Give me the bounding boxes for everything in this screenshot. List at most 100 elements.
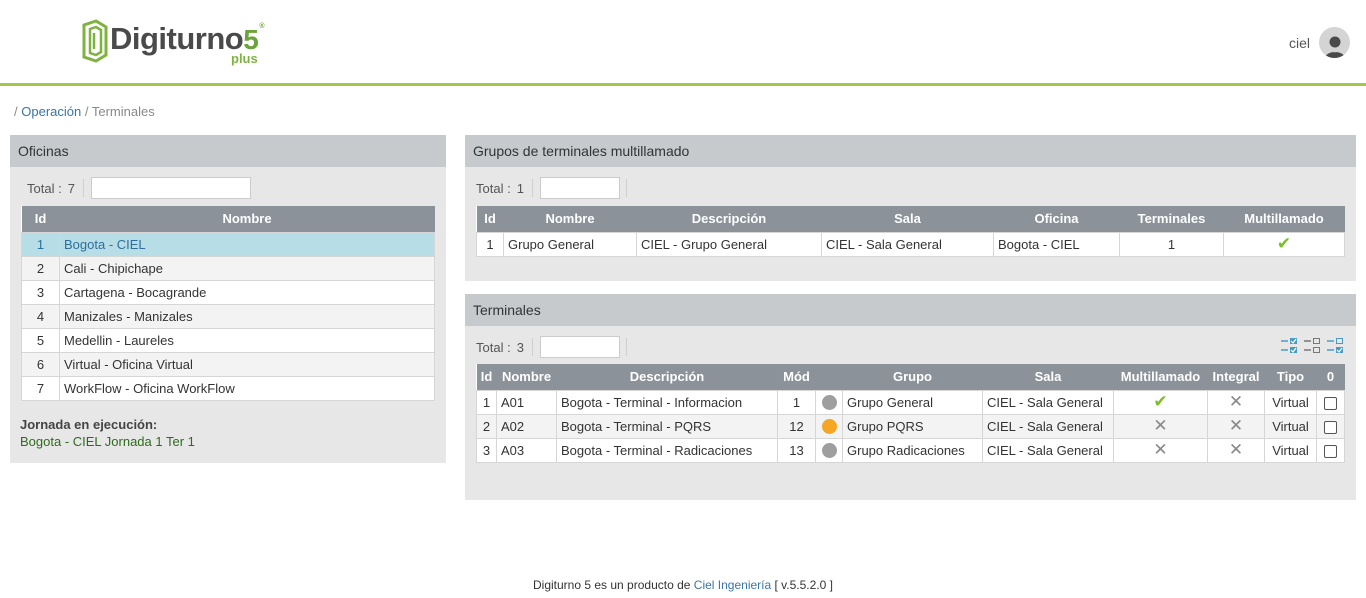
col-nombre[interactable]: Nombre — [503, 206, 637, 232]
oficinas-panel-title: Oficinas — [10, 135, 446, 167]
footer-prefix: Digiturno 5 es un producto de — [533, 578, 691, 592]
oficina-row[interactable]: 3 Cartagena - Bocagrande — [21, 279, 435, 305]
grupos-panel-title: Grupos de terminales multillamado — [465, 135, 1356, 167]
jornada-value: Bogota - CIEL Jornada 1 Ter 1 — [20, 434, 195, 449]
cross-icon: ✕ — [1228, 416, 1244, 435]
grupos-filter-input[interactable] — [539, 177, 620, 199]
oficina-row[interactable]: 5 Medellin - Laureles — [21, 327, 435, 353]
terminales-panel: Terminales Total : 3 Id Nombre Descripci… — [465, 294, 1356, 500]
col-descripcion[interactable]: Descripción — [556, 364, 778, 390]
user-menu[interactable]: ciel — [1289, 27, 1350, 58]
app-header: Digiturno5® plus ciel — [0, 0, 1366, 86]
terminal-nombre: A02 — [496, 413, 557, 439]
col-descripcion[interactable]: Descripción — [636, 206, 822, 232]
terminales-total-label: Total : — [476, 339, 511, 355]
cross-icon: ✕ — [1153, 416, 1168, 435]
breadcrumb-link-operacion[interactable]: Operación — [21, 104, 81, 119]
logo-plus: plus — [231, 51, 258, 66]
user-avatar-icon[interactable] — [1319, 27, 1350, 58]
invert-selection-icon[interactable] — [1327, 338, 1344, 354]
oficina-row[interactable]: 4 Manizales - Manizales — [21, 303, 435, 329]
terminal-id: 3 — [476, 437, 497, 463]
oficinas-total-label: Total : — [27, 180, 62, 196]
col-grupo[interactable]: Grupo — [842, 364, 983, 390]
oficina-nombre: Virtual - Oficina Virtual — [59, 351, 435, 377]
terminal-select-checkbox[interactable] — [1324, 420, 1337, 434]
oficina-id: 5 — [21, 327, 60, 353]
breadcrumb-current: Terminales — [91, 104, 155, 119]
grupo-row[interactable]: 1 Grupo General CIEL - Grupo General CIEL -… — [476, 231, 1345, 257]
oficinas-filter-input[interactable] — [90, 177, 251, 199]
terminal-integral-cell: ✕ — [1207, 389, 1265, 415]
status-dot-icon — [821, 419, 837, 435]
col-sala[interactable]: Sala — [821, 206, 994, 232]
terminal-integral-cell: ✕ — [1207, 413, 1265, 439]
terminal-nombre: A01 — [496, 389, 557, 415]
breadcrumb-separator: / — [84, 104, 89, 119]
oficina-row[interactable]: 6 Virtual - Oficina Virtual — [21, 351, 435, 377]
grupo-terminales: 1 — [1119, 231, 1224, 257]
logo-registered-mark: ® — [259, 23, 264, 30]
terminal-id: 2 — [476, 413, 497, 439]
footer-version: [ v.5.5.2.0 ] — [774, 578, 833, 592]
col-modulo[interactable]: Mód — [777, 364, 816, 390]
terminal-grupo: Grupo General — [842, 389, 983, 415]
oficinas-total-value: 7 — [67, 180, 75, 196]
terminal-sala: CIEL - Sala General — [982, 437, 1114, 463]
col-tipo[interactable]: Tipo — [1264, 364, 1317, 390]
status-dot-icon — [821, 395, 837, 411]
oficina-nombre: Manizales - Manizales — [59, 303, 435, 329]
status-dot-icon — [821, 443, 837, 459]
footer: Digiturno 5 es un producto de Ciel Ingen… — [0, 578, 1366, 592]
grupo-oficina: Bogota - CIEL — [993, 231, 1120, 257]
col-nombre[interactable]: Nombre — [496, 364, 557, 390]
col-nombre[interactable]: Nombre — [59, 206, 435, 232]
terminal-select-checkbox[interactable] — [1324, 444, 1337, 458]
oficina-id: 6 — [21, 351, 60, 377]
col-selection-count[interactable]: 0 — [1316, 364, 1345, 390]
col-multillamado[interactable]: Multillamado — [1113, 364, 1208, 390]
grupos-table: Id Nombre Descripción Sala Oficina Termi… — [476, 206, 1345, 257]
grupo-sala: CIEL - Sala General — [821, 231, 994, 257]
oficina-id: 1 — [21, 231, 60, 257]
col-id[interactable]: Id — [476, 206, 504, 232]
terminal-row[interactable]: 3 A03 Bogota - Terminal - Radicaciones 13 Gr… — [476, 437, 1345, 463]
deselect-all-icon[interactable] — [1304, 338, 1321, 354]
terminal-grupo: Grupo PQRS — [842, 413, 983, 439]
terminal-tipo: Virtual — [1264, 413, 1317, 439]
col-id[interactable]: Id — [476, 364, 497, 390]
oficina-id: 3 — [21, 279, 60, 305]
footer-link-ciel[interactable]: Ciel Ingeniería — [694, 578, 771, 592]
oficina-row[interactable]: 1 Bogota - CIEL — [21, 231, 435, 257]
cross-icon: ✕ — [1228, 392, 1244, 411]
terminal-row[interactable]: 2 A02 Bogota - Terminal - PQRS 12 Grupo PQRS… — [476, 413, 1345, 439]
oficina-row[interactable]: 7 WorkFlow - Oficina WorkFlow — [21, 375, 435, 401]
checkmark-icon: ✔ — [1153, 392, 1168, 411]
terminal-row[interactable]: 1 A01 Bogota - Terminal - Informacion 1 Grup… — [476, 389, 1345, 415]
digiturno-logo[interactable]: Digiturno5® plus — [82, 19, 264, 67]
terminal-select-checkbox[interactable] — [1324, 396, 1337, 410]
logo-word: Digiturno — [110, 21, 244, 56]
oficina-nombre: Cali - Chipichape — [59, 255, 435, 281]
grupo-nombre: Grupo General — [503, 231, 637, 257]
jornada-label: Jornada en ejecución: — [20, 417, 158, 432]
oficina-row[interactable]: 2 Cali - Chipichape — [21, 255, 435, 281]
terminales-filter-input[interactable] — [539, 336, 620, 358]
col-sala[interactable]: Sala — [982, 364, 1114, 390]
terminal-status-cell — [815, 413, 843, 439]
oficina-id: 4 — [21, 303, 60, 329]
oficina-nombre: WorkFlow - Oficina WorkFlow — [59, 375, 435, 401]
col-integral[interactable]: Integral — [1207, 364, 1265, 390]
oficina-nombre: Medellin - Laureles — [59, 327, 435, 353]
col-multillamado[interactable]: Multillamado — [1223, 206, 1345, 232]
col-id[interactable]: Id — [21, 206, 60, 232]
terminal-descripcion: Bogota - Terminal - PQRS — [556, 413, 778, 439]
grupos-total-label: Total : — [476, 180, 511, 196]
select-all-icon[interactable] — [1281, 338, 1298, 354]
col-oficina[interactable]: Oficina — [993, 206, 1120, 232]
grupo-descripcion: CIEL - Grupo General — [636, 231, 822, 257]
user-name[interactable]: ciel — [1289, 35, 1310, 51]
col-terminales[interactable]: Terminales — [1119, 206, 1224, 232]
oficina-nombre: Bogota - CIEL — [59, 231, 435, 257]
selection-toolbar — [1281, 338, 1344, 354]
